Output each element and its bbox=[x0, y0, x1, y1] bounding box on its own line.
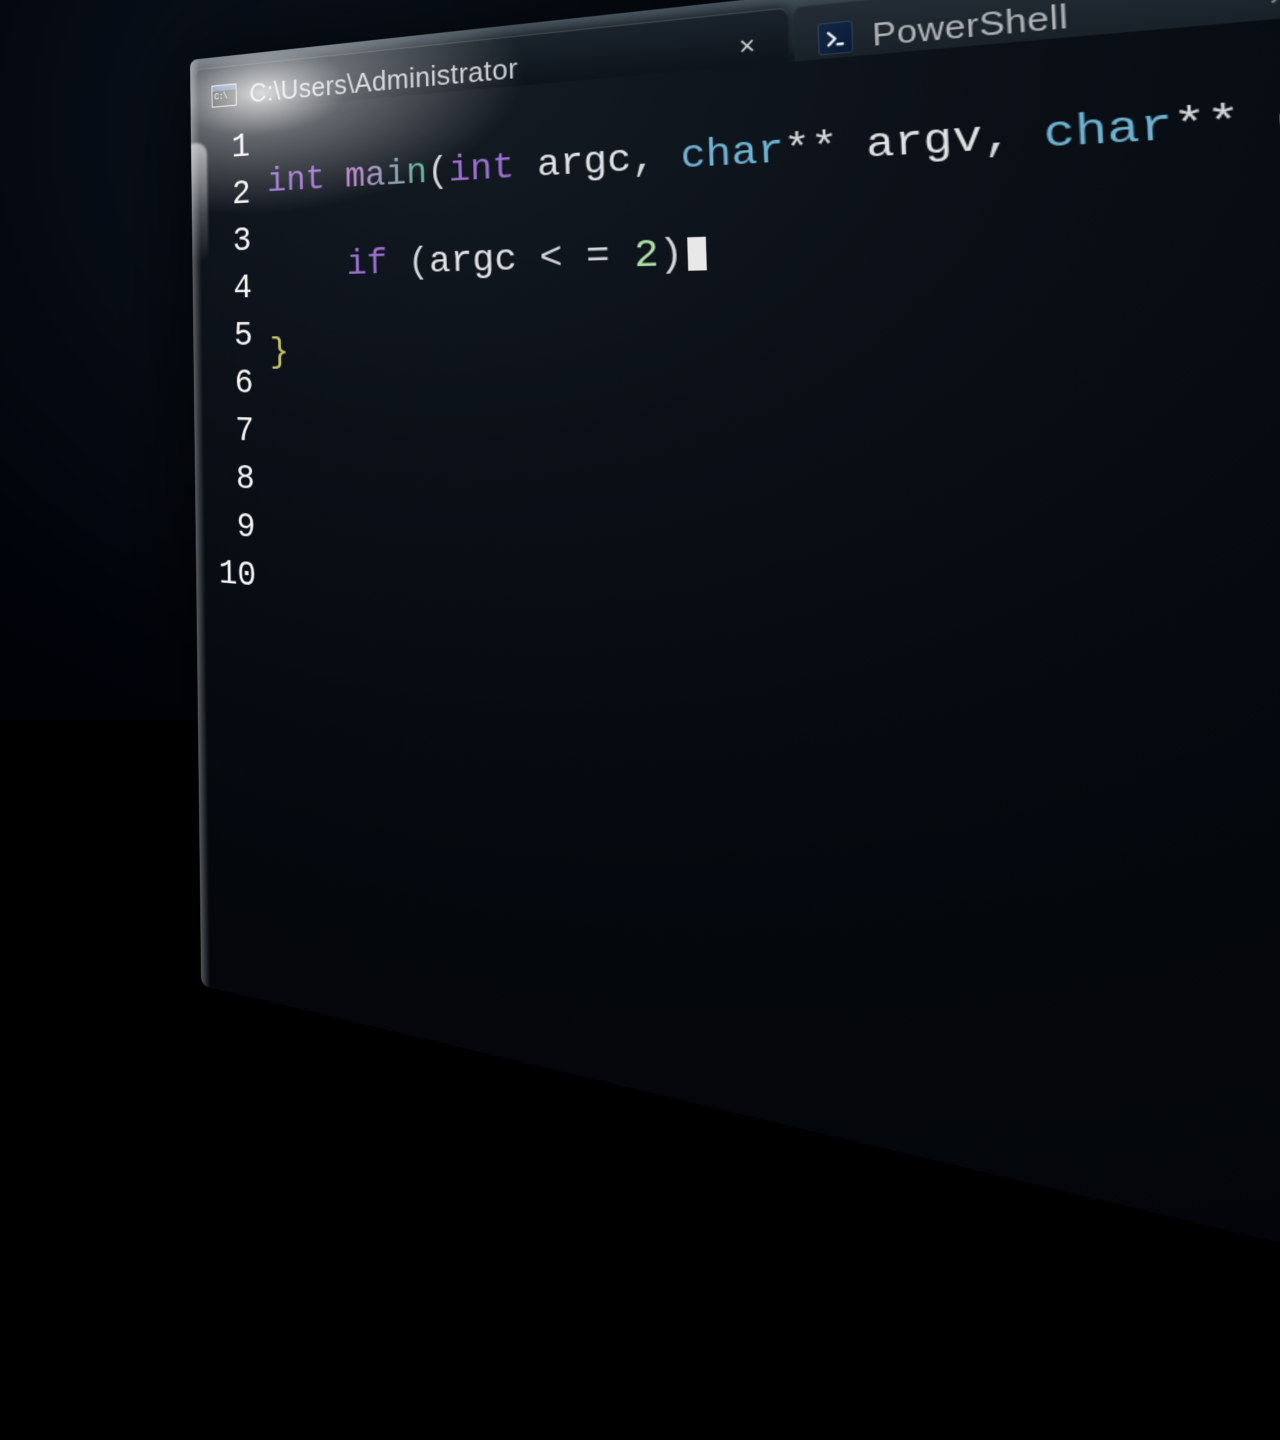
editor-body[interactable]: 1 2 3 4 5 6 7 8 9 10 int main(int argc, … bbox=[191, 0, 1280, 1440]
cursor bbox=[687, 237, 707, 271]
powershell-icon bbox=[817, 20, 853, 55]
cmd-icon bbox=[211, 83, 236, 108]
close-icon[interactable]: × bbox=[1267, 0, 1280, 15]
code-line: } bbox=[269, 313, 1280, 400]
close-icon[interactable]: × bbox=[738, 30, 755, 63]
code-area[interactable]: int main(int argc, char** argv, char** e… bbox=[266, 0, 1280, 1440]
terminal-window: C:\Users\Administrator × PowerShell × 1 … bbox=[190, 0, 1280, 1440]
